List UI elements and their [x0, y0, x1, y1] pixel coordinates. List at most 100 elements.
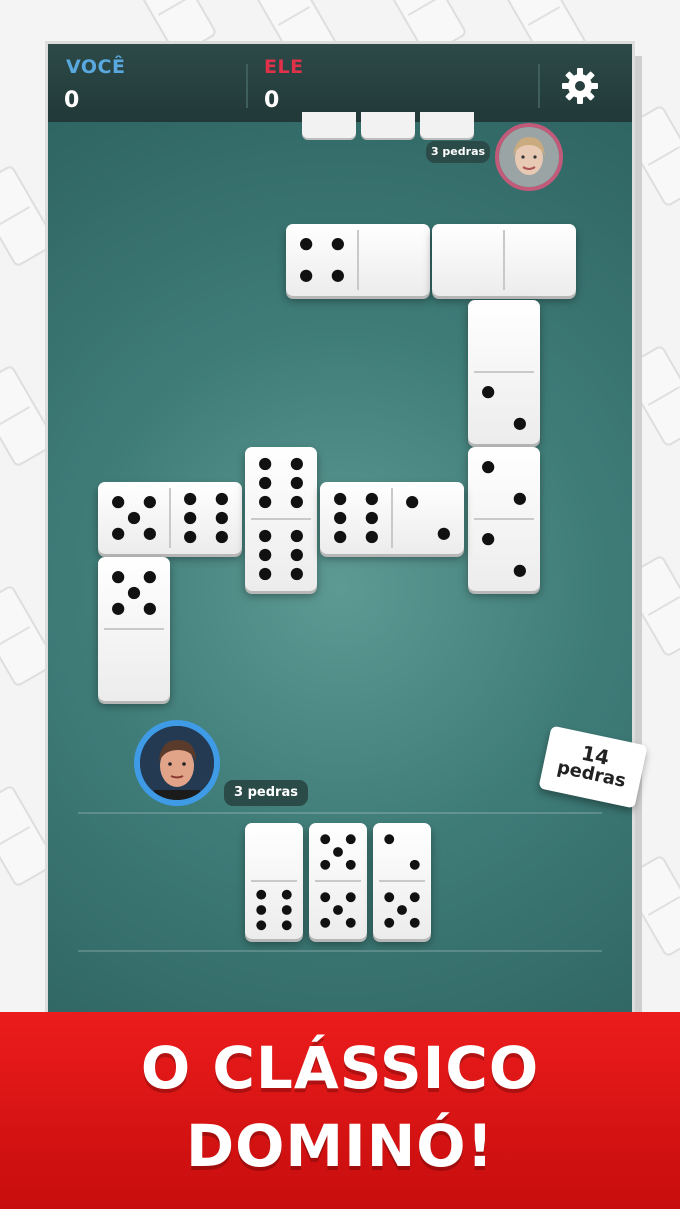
board-tile	[320, 482, 464, 554]
opponent-hidden-tile	[361, 112, 415, 138]
pip	[259, 476, 272, 490]
pip	[184, 511, 197, 525]
opponent-hidden-tile	[420, 112, 474, 138]
game-screen: VOCÊ 0 ELE 0 3 pedras 3 pedras	[48, 44, 632, 1014]
pip	[143, 496, 156, 509]
pip	[143, 602, 156, 615]
pip	[365, 492, 378, 506]
board-tile	[286, 224, 430, 296]
pip	[384, 917, 395, 928]
pip	[300, 269, 313, 282]
opponent-tile-count: 3 pedras	[426, 141, 490, 163]
score-divider	[246, 64, 248, 108]
pip	[127, 511, 141, 525]
pip	[290, 567, 303, 581]
pip	[397, 905, 407, 915]
opponent-score: 0	[264, 88, 280, 113]
pip	[184, 492, 197, 506]
pip	[334, 511, 347, 525]
pip	[259, 548, 272, 562]
pip	[437, 527, 450, 540]
board-tile	[468, 300, 540, 444]
pip	[409, 892, 420, 903]
banner-line-1: O CLÁSSICO	[140, 1034, 540, 1102]
pip	[215, 511, 228, 525]
pip	[290, 495, 303, 509]
pip	[290, 476, 303, 490]
pip	[256, 905, 267, 915]
pip	[333, 905, 343, 915]
pip	[513, 564, 526, 577]
pip	[482, 386, 495, 399]
pip	[334, 492, 347, 506]
you-label: VOCÊ	[66, 56, 126, 78]
pip	[409, 917, 420, 928]
pip	[345, 834, 356, 845]
pip	[331, 269, 344, 282]
opponent-hidden-tile	[302, 112, 356, 138]
banner-line-2: DOMINÓ!	[185, 1112, 495, 1180]
pip	[112, 571, 125, 584]
hand-tile[interactable]	[373, 823, 431, 939]
pip	[384, 834, 395, 845]
board-tile	[245, 447, 317, 591]
board-tile	[468, 447, 540, 591]
score-bar: VOCÊ 0 ELE 0	[48, 44, 632, 122]
pip	[384, 892, 395, 903]
pip	[215, 492, 228, 506]
pip	[281, 920, 292, 931]
gear-icon[interactable]	[560, 66, 600, 106]
pip	[406, 496, 419, 509]
pip	[256, 889, 267, 900]
pip	[259, 457, 272, 471]
pip	[256, 920, 267, 931]
pip	[513, 417, 526, 430]
pip	[365, 530, 378, 544]
opponent-avatar	[495, 123, 563, 191]
pip	[290, 548, 303, 562]
hand-tile[interactable]	[309, 823, 367, 939]
score-divider	[538, 64, 540, 108]
pip	[281, 889, 292, 900]
opponent-label: ELE	[264, 56, 304, 78]
pip	[320, 834, 331, 845]
promo-banner: O CLÁSSICO DOMINÓ!	[0, 1012, 680, 1209]
pip	[345, 892, 356, 903]
pip	[333, 847, 343, 857]
pip	[482, 533, 495, 546]
hand-tile[interactable]	[245, 823, 303, 939]
pip	[320, 859, 331, 870]
pip	[112, 602, 125, 615]
board-tile	[98, 482, 242, 554]
pip	[300, 238, 313, 251]
pip	[112, 496, 125, 509]
pip	[365, 511, 378, 525]
pip	[320, 917, 331, 928]
pip	[290, 457, 303, 471]
board-tile	[98, 557, 170, 701]
hand-rail-bottom	[78, 950, 602, 952]
pip	[259, 529, 272, 543]
pip	[184, 530, 197, 544]
pip	[334, 530, 347, 544]
pip	[290, 529, 303, 543]
pip	[320, 892, 331, 903]
pip	[482, 461, 495, 474]
player-tile-count: 3 pedras	[224, 780, 308, 806]
hand-rail-top	[78, 812, 602, 814]
board-tile	[432, 224, 576, 296]
pip	[143, 527, 156, 540]
pip	[409, 859, 420, 870]
pip	[281, 905, 292, 915]
pip	[345, 859, 356, 870]
pip	[345, 917, 356, 928]
pip	[143, 571, 156, 584]
pip	[112, 527, 125, 540]
player-avatar	[134, 720, 220, 806]
you-score: 0	[64, 88, 80, 113]
pip	[215, 530, 228, 544]
pip	[259, 567, 272, 581]
pip	[331, 238, 344, 251]
pip	[127, 586, 141, 600]
pip	[513, 492, 526, 505]
